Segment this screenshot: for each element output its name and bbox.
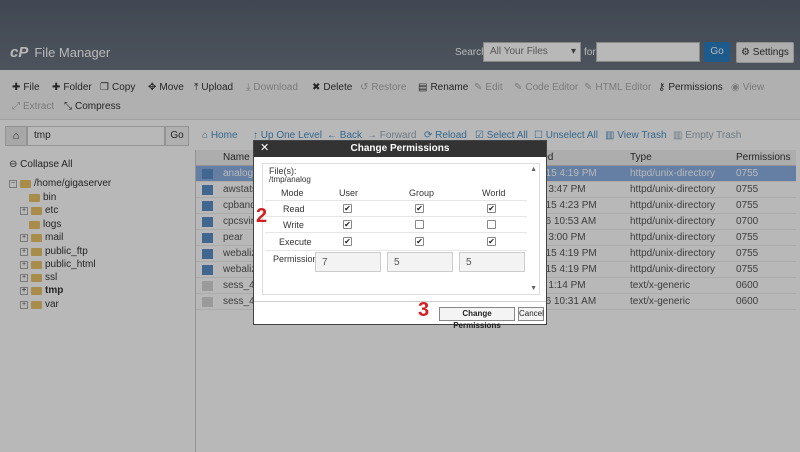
execute-user-checkbox[interactable]: ✔	[343, 237, 352, 246]
files-value: /tmp/analog	[269, 175, 311, 184]
step-2-marker: 2	[256, 205, 268, 227]
read-user-checkbox[interactable]: ✔	[343, 204, 352, 213]
divider	[265, 200, 527, 201]
write-world-checkbox[interactable]	[487, 220, 496, 229]
dialog-body: ▲ ▼ File(s): /tmp/analog Mode User Group…	[262, 163, 540, 295]
user-permission-value[interactable]: 7	[315, 252, 381, 272]
write-label: Write	[283, 220, 304, 230]
read-world-checkbox[interactable]: ✔	[487, 204, 496, 213]
divider	[265, 216, 527, 217]
mode-header: Mode	[281, 188, 304, 198]
close-icon[interactable]: ✕	[260, 141, 269, 155]
divider	[265, 232, 527, 233]
change-permissions-dialog: Change Permissions ✕ ▲ ▼ File(s): /tmp/a…	[253, 140, 547, 330]
cancel-button[interactable]: Cancel	[518, 307, 544, 321]
read-label: Read	[283, 204, 305, 214]
group-header: Group	[409, 188, 435, 198]
change-permissions-button[interactable]: Change Permissions	[439, 307, 515, 330]
dialog-title: Change Permissions	[254, 141, 546, 157]
execute-label: Execute	[279, 237, 312, 247]
divider	[265, 250, 527, 251]
write-group-checkbox[interactable]	[415, 220, 424, 229]
world-permission-value[interactable]: 5	[459, 252, 525, 272]
divider	[254, 301, 546, 302]
write-user-checkbox[interactable]: ✔	[343, 220, 352, 229]
read-group-checkbox[interactable]: ✔	[415, 204, 424, 213]
execute-group-checkbox[interactable]: ✔	[415, 237, 424, 246]
user-header: User	[339, 188, 359, 198]
scroll-down-icon[interactable]: ▼	[530, 285, 537, 292]
step-3-marker: 3	[418, 299, 430, 321]
scroll-up-icon[interactable]: ▲	[530, 166, 537, 173]
permission-label: Permission	[273, 254, 318, 264]
execute-world-checkbox[interactable]: ✔	[487, 237, 496, 246]
world-header: World	[482, 188, 506, 198]
group-permission-value[interactable]: 5	[387, 252, 453, 272]
